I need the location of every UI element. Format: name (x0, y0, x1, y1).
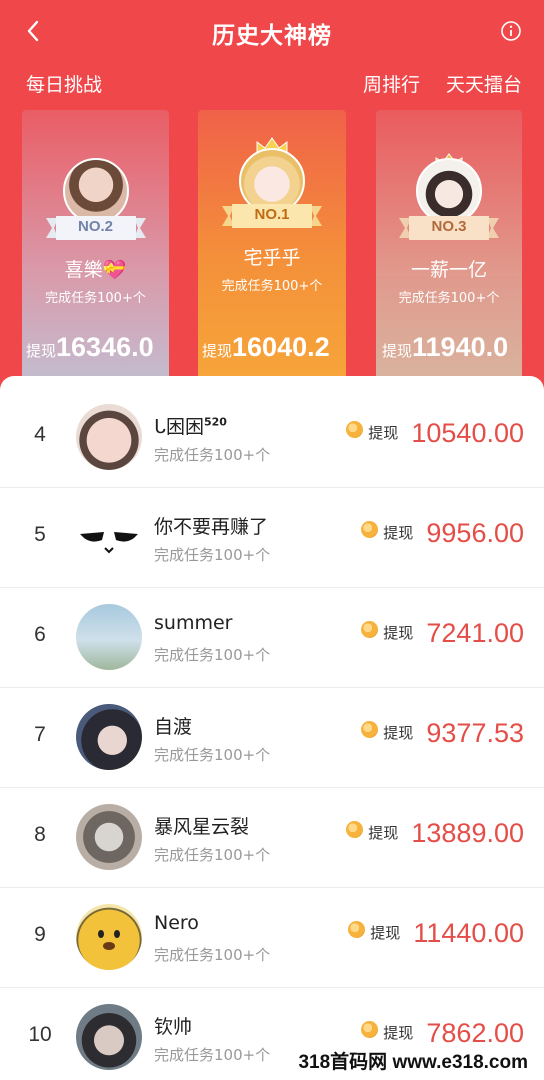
rank-number: 8 (34, 823, 46, 846)
watermark: 318首码网 www.e318.com (292, 1048, 534, 1078)
withdraw-amount: 11940.0 (412, 332, 509, 362)
withdraw-info: 提现 10540.00 (346, 418, 524, 449)
withdraw-label: 提现 (370, 924, 401, 942)
rank-label: NO.3 (431, 218, 467, 235)
user-name: Nero (154, 912, 199, 934)
avatar[interactable] (76, 1004, 142, 1070)
list-item[interactable]: 9 Nero 完成任务100+个 提现 11440.00 (0, 888, 544, 988)
withdraw-label: 提现 (383, 524, 414, 542)
rank-number: 10 (28, 1023, 52, 1046)
withdraw-amount: 7241.00 (426, 618, 524, 648)
podium-withdraw: 提现16346.0 (26, 332, 169, 363)
withdraw-label: 提现 (202, 343, 233, 360)
list-item[interactable]: 4 ᒐ困困520 完成任务100+个 提现 10540.00 (0, 388, 544, 488)
coin-icon (361, 721, 379, 738)
rank-number: 5 (34, 523, 46, 546)
podium-task: 完成任务100+个 (45, 291, 146, 306)
subnav: 每日挑战 周排行 天天擂台 (0, 66, 544, 100)
rank-ribbon: NO.1 (222, 202, 322, 230)
avatar[interactable] (76, 404, 142, 470)
task-count: 完成任务100+个 (154, 646, 271, 664)
user-name: 自渡 (154, 716, 193, 738)
withdraw-info: 提现 7862.00 (361, 1018, 524, 1049)
withdraw-info: 提现 9377.53 (361, 718, 524, 749)
podium-rank-1[interactable]: NO.1 宅乎乎 完成任务100+个 提现16040.2 (198, 110, 346, 380)
page-title: 历史大神榜 (212, 23, 332, 49)
withdraw-amount: 9956.00 (426, 518, 524, 548)
coin-icon (361, 521, 379, 538)
withdraw-amount: 16346.0 (56, 332, 154, 362)
withdraw-amount: 16040.2 (232, 332, 330, 362)
rank-number: 6 (34, 623, 46, 646)
podium-task: 完成任务100+个 (221, 279, 323, 294)
withdraw-info: 提现 11440.00 (348, 918, 524, 949)
user-name: ᒐ困困520 (154, 415, 227, 438)
podium-rank-2[interactable]: NO.2 喜樂💝 完成任务100+个 提现16346.0 (22, 110, 169, 380)
avatar[interactable] (76, 504, 142, 570)
navbar: 历史大神榜 (0, 0, 544, 62)
user-name: summer (154, 612, 233, 634)
task-count: 完成任务100+个 (154, 946, 271, 964)
podium-name: 宅乎乎 (243, 247, 301, 269)
coin-icon (348, 921, 366, 938)
withdraw-label: 提现 (382, 343, 413, 360)
info-icon[interactable] (500, 20, 522, 42)
withdraw-label: 提现 (383, 724, 414, 742)
rank-label: NO.1 (254, 206, 290, 223)
podium-withdraw: 提现11940.0 (382, 332, 522, 363)
withdraw-info: 提现 7241.00 (361, 618, 524, 649)
ranking-list: 4 ᒐ困困520 完成任务100+个 提现 10540.00 5 你不要再赚了 … (0, 376, 544, 1080)
podium-rank-3[interactable]: NO.3 一薪一亿 完成任务100+个 提现11940.0 (376, 110, 522, 380)
coin-icon (361, 1021, 379, 1038)
withdraw-amount: 13889.00 (411, 818, 524, 848)
rank-number: 7 (34, 723, 46, 746)
podium-name: 一薪一亿 (410, 259, 487, 281)
task-count: 完成任务100+个 (154, 546, 271, 564)
avatar[interactable] (76, 604, 142, 670)
list-item[interactable]: 6 summer 完成任务100+个 提现 7241.00 (0, 588, 544, 688)
withdraw-label: 提现 (26, 343, 57, 360)
rank-ribbon: NO.3 (399, 214, 499, 242)
avatar[interactable] (76, 904, 142, 970)
coin-icon (346, 421, 364, 438)
task-count: 完成任务100+个 (154, 1046, 271, 1064)
withdraw-label: 提现 (368, 824, 399, 842)
coin-icon (361, 621, 379, 638)
withdraw-label: 提现 (368, 424, 399, 442)
weekly-ranking-link[interactable]: 周排行 (363, 70, 420, 97)
withdraw-amount: 9377.53 (426, 718, 524, 748)
user-name: 你不要再赚了 (154, 516, 269, 538)
avatar[interactable] (76, 804, 142, 870)
rank-number: 9 (34, 923, 46, 946)
avatar[interactable] (76, 704, 142, 770)
podium-name: 喜樂💝 (64, 259, 127, 281)
rank-ribbon: NO.2 (45, 214, 146, 242)
list-item[interactable]: 5 你不要再赚了 完成任务100+个 提现 9956.00 (0, 488, 544, 588)
rank-number: 4 (34, 423, 46, 446)
withdraw-info: 提现 13889.00 (346, 818, 524, 849)
podium-withdraw: 提现16040.2 (202, 332, 346, 363)
rank-label: NO.2 (77, 218, 113, 235)
withdraw-amount: 11440.00 (413, 918, 524, 948)
coin-icon (346, 821, 364, 838)
user-name: 暴风星云裂 (154, 816, 250, 838)
withdraw-amount: 10540.00 (411, 418, 524, 448)
task-count: 完成任务100+个 (154, 446, 271, 464)
withdraw-label: 提现 (383, 624, 414, 642)
podium-task: 完成任务100+个 (398, 291, 500, 306)
daily-arena-link[interactable]: 天天擂台 (446, 70, 522, 97)
task-count: 完成任务100+个 (154, 746, 271, 764)
task-count: 完成任务100+个 (154, 846, 271, 864)
daily-challenge-link[interactable]: 每日挑战 (26, 70, 102, 97)
user-name: 钦帅 (154, 1016, 193, 1038)
withdraw-info: 提现 9956.00 (361, 518, 524, 549)
withdraw-amount: 7862.00 (426, 1018, 524, 1048)
list-item[interactable]: 8 暴风星云裂 完成任务100+个 提现 13889.00 (0, 788, 544, 888)
withdraw-label: 提现 (383, 1024, 414, 1042)
list-item[interactable]: 7 自渡 完成任务100+个 提现 9377.53 (0, 688, 544, 788)
